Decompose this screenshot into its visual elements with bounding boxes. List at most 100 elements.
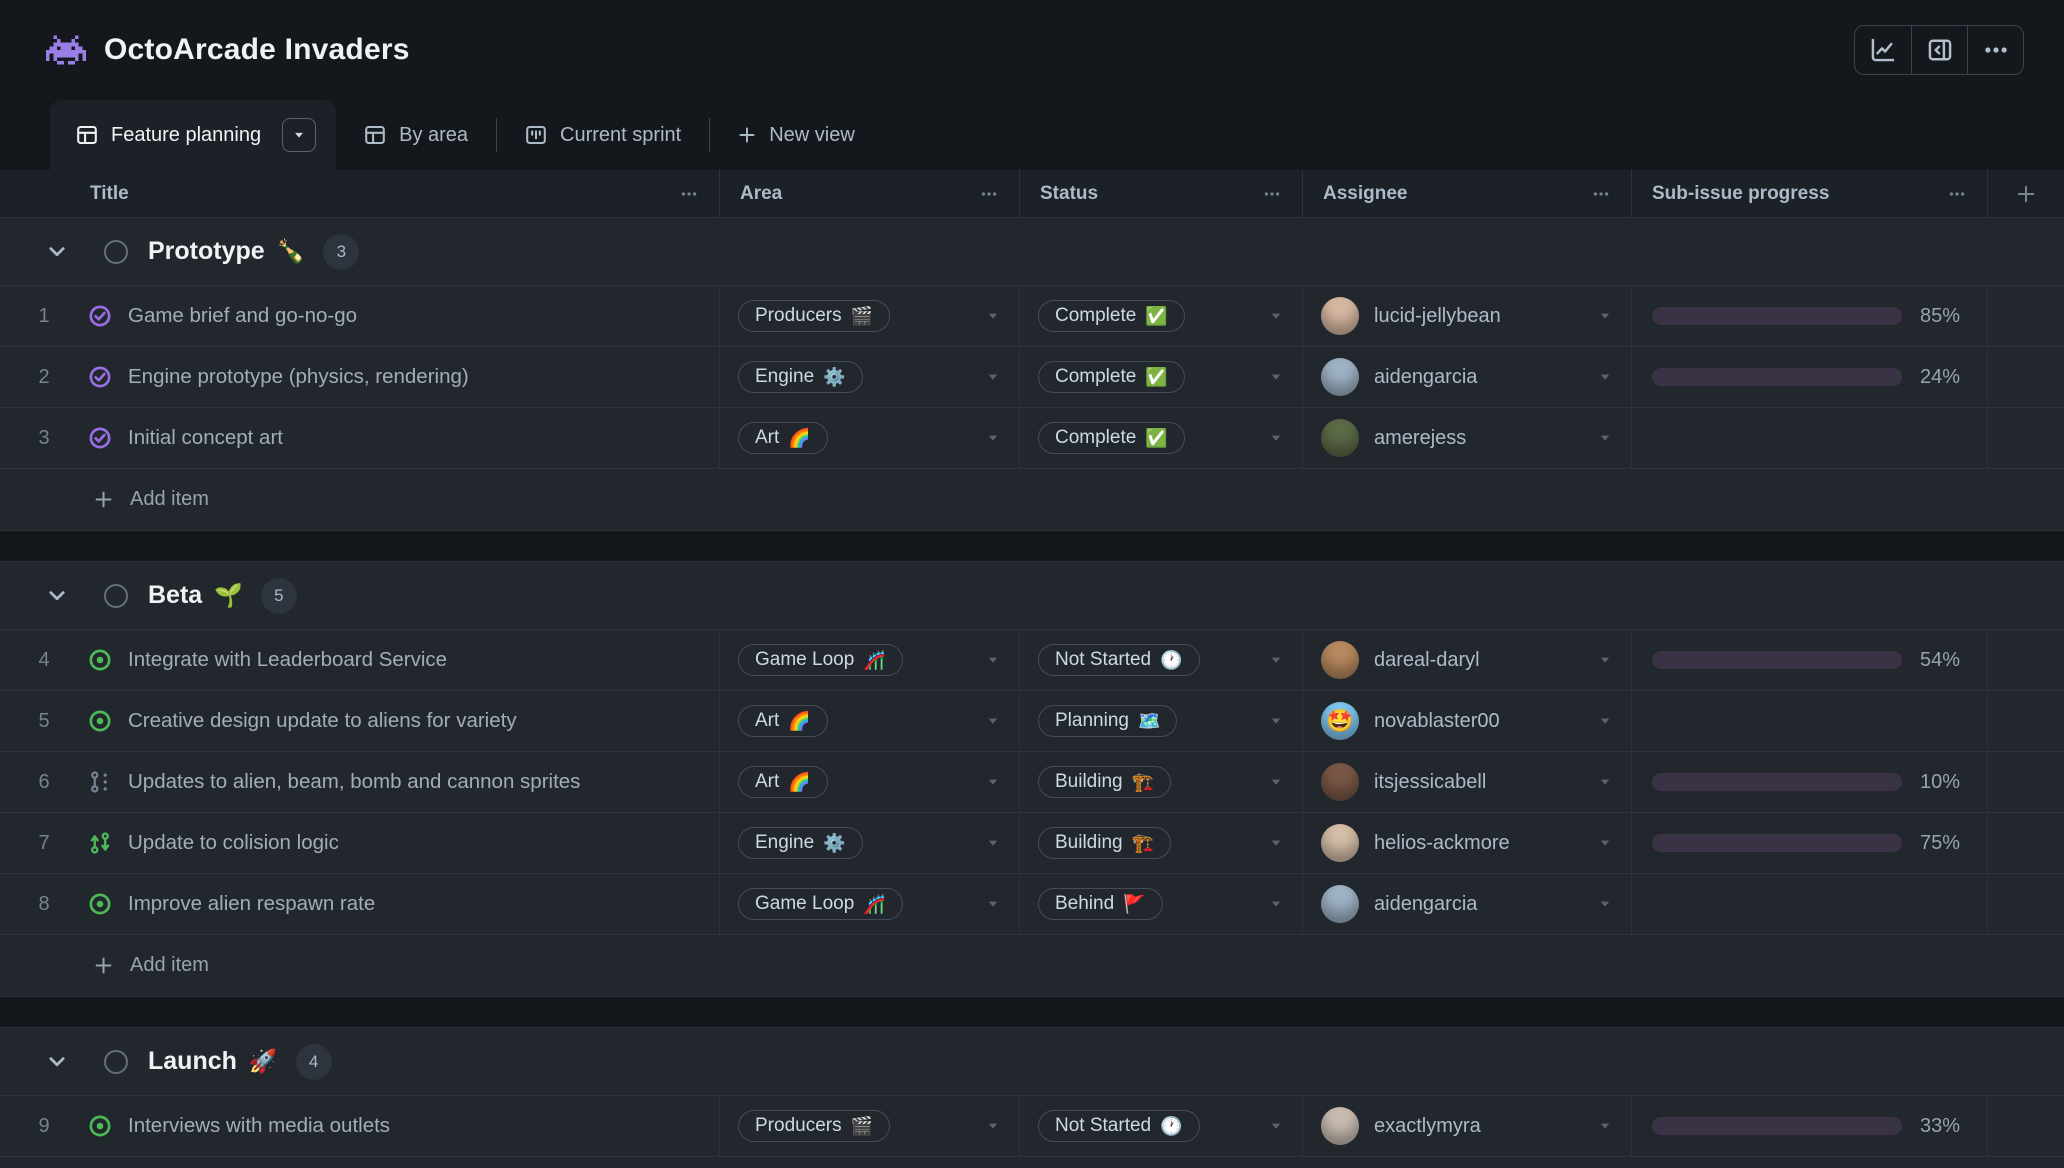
status-pill[interactable]: Planning 🗺️: [1038, 705, 1177, 737]
status-pill[interactable]: Building 🏗️: [1038, 827, 1171, 859]
dropdown-caret-icon[interactable]: [1268, 1118, 1284, 1134]
dropdown-caret-icon[interactable]: [1597, 774, 1613, 790]
column-header-assignee[interactable]: Assignee: [1303, 170, 1632, 217]
add-column-button[interactable]: [1988, 170, 2064, 217]
status-cell[interactable]: Complete ✅: [1020, 408, 1303, 468]
area-cell[interactable]: Producers 🎬: [720, 286, 1020, 346]
tab-feature-planning[interactable]: Feature planning: [50, 100, 336, 170]
title-cell[interactable]: 7 Update to colision logic: [0, 813, 720, 873]
area-cell[interactable]: Art 🌈: [720, 691, 1020, 751]
side-panel-button[interactable]: [1911, 26, 1967, 74]
dropdown-caret-icon[interactable]: [985, 835, 1001, 851]
tab-by-area[interactable]: By area: [336, 100, 496, 170]
column-header-subissue-progress[interactable]: Sub-issue progress: [1632, 170, 1988, 217]
title-cell[interactable]: 4 Integrate with Leaderboard Service: [0, 630, 720, 690]
area-pill[interactable]: Producers 🎬: [738, 300, 890, 332]
status-cell[interactable]: Complete ✅: [1020, 286, 1303, 346]
status-pill[interactable]: Complete ✅: [1038, 361, 1185, 393]
group-select-circle[interactable]: [104, 240, 128, 264]
insights-button[interactable]: [1855, 26, 1911, 74]
column-menu-icon[interactable]: [1262, 184, 1282, 204]
area-cell[interactable]: Art 🌈: [720, 408, 1020, 468]
column-menu-icon[interactable]: [1947, 184, 1967, 204]
status-pill[interactable]: Behind 🚩: [1038, 888, 1163, 920]
assignee-cell[interactable]: aidengarcia: [1303, 347, 1632, 407]
assignee-cell[interactable]: itsjessicabell: [1303, 752, 1632, 812]
status-pill[interactable]: Building 🏗️: [1038, 766, 1171, 798]
area-pill[interactable]: Art 🌈: [738, 705, 828, 737]
tab-current-sprint[interactable]: Current sprint: [497, 100, 709, 170]
dropdown-caret-icon[interactable]: [1597, 896, 1613, 912]
dropdown-caret-icon[interactable]: [1597, 652, 1613, 668]
status-pill[interactable]: Complete ✅: [1038, 300, 1185, 332]
collapse-group-chevron-icon[interactable]: [46, 241, 68, 263]
area-cell[interactable]: Engine ⚙️: [720, 813, 1020, 873]
area-cell[interactable]: Game Loop 🎢: [720, 874, 1020, 934]
dropdown-caret-icon[interactable]: [1597, 1118, 1613, 1134]
column-menu-icon[interactable]: [1591, 184, 1611, 204]
area-pill[interactable]: Game Loop 🎢: [738, 644, 903, 676]
status-cell[interactable]: Behind 🚩: [1020, 874, 1303, 934]
assignee-cell[interactable]: exactlymyra: [1303, 1096, 1632, 1156]
project-menu-button[interactable]: [1967, 26, 2023, 74]
dropdown-caret-icon[interactable]: [985, 430, 1001, 446]
dropdown-caret-icon[interactable]: [1597, 430, 1613, 446]
assignee-cell[interactable]: lucid-jellybean: [1303, 286, 1632, 346]
group-select-circle[interactable]: [104, 1050, 128, 1074]
title-cell[interactable]: 9 Interviews with media outlets: [0, 1096, 720, 1156]
dropdown-caret-icon[interactable]: [985, 896, 1001, 912]
column-menu-icon[interactable]: [979, 184, 999, 204]
dropdown-caret-icon[interactable]: [1268, 896, 1284, 912]
column-header-area[interactable]: Area: [720, 170, 1020, 217]
status-pill[interactable]: Not Started 🕐: [1038, 644, 1200, 676]
title-cell[interactable]: 5 Creative design update to aliens for v…: [0, 691, 720, 751]
dropdown-caret-icon[interactable]: [1268, 713, 1284, 729]
title-cell[interactable]: 3 Initial concept art: [0, 408, 720, 468]
column-header-status[interactable]: Status: [1020, 170, 1303, 217]
assignee-cell[interactable]: 🤩 novablaster00: [1303, 691, 1632, 751]
title-cell[interactable]: 6 Updates to alien, beam, bomb and canno…: [0, 752, 720, 812]
add-item-button[interactable]: Add item: [0, 935, 2064, 996]
area-pill[interactable]: Engine ⚙️: [738, 827, 863, 859]
status-cell[interactable]: Building 🏗️: [1020, 813, 1303, 873]
dropdown-caret-icon[interactable]: [1268, 430, 1284, 446]
status-cell[interactable]: Not Started 🕐: [1020, 1096, 1303, 1156]
area-pill[interactable]: Art 🌈: [738, 766, 828, 798]
title-cell[interactable]: 8 Improve alien respawn rate: [0, 874, 720, 934]
area-cell[interactable]: Producers 🎬: [720, 1096, 1020, 1156]
dropdown-caret-icon[interactable]: [985, 774, 1001, 790]
dropdown-caret-icon[interactable]: [1597, 308, 1613, 324]
area-cell[interactable]: Game Loop 🎢: [720, 630, 1020, 690]
status-cell[interactable]: Not Started 🕐: [1020, 630, 1303, 690]
dropdown-caret-icon[interactable]: [1268, 835, 1284, 851]
dropdown-caret-icon[interactable]: [1268, 774, 1284, 790]
area-cell[interactable]: Art 🌈: [720, 752, 1020, 812]
area-pill[interactable]: Game Loop 🎢: [738, 888, 903, 920]
status-pill[interactable]: Not Started 🕐: [1038, 1110, 1200, 1142]
assignee-cell[interactable]: dareal-daryl: [1303, 630, 1632, 690]
group-select-circle[interactable]: [104, 584, 128, 608]
add-item-button[interactable]: Add item: [0, 469, 2064, 530]
dropdown-caret-icon[interactable]: [985, 369, 1001, 385]
column-menu-icon[interactable]: [679, 184, 699, 204]
dropdown-caret-icon[interactable]: [985, 713, 1001, 729]
status-pill[interactable]: Complete ✅: [1038, 422, 1185, 454]
dropdown-caret-icon[interactable]: [985, 308, 1001, 324]
area-pill[interactable]: Engine ⚙️: [738, 361, 863, 393]
assignee-cell[interactable]: helios-ackmore: [1303, 813, 1632, 873]
area-pill[interactable]: Producers 🎬: [738, 1110, 890, 1142]
column-header-title[interactable]: Title: [0, 170, 720, 217]
dropdown-caret-icon[interactable]: [1268, 308, 1284, 324]
dropdown-caret-icon[interactable]: [985, 1118, 1001, 1134]
area-cell[interactable]: Engine ⚙️: [720, 347, 1020, 407]
dropdown-caret-icon[interactable]: [1597, 835, 1613, 851]
status-cell[interactable]: Complete ✅: [1020, 347, 1303, 407]
collapse-group-chevron-icon[interactable]: [46, 1051, 68, 1073]
title-cell[interactable]: 2 Engine prototype (physics, rendering): [0, 347, 720, 407]
dropdown-caret-icon[interactable]: [1597, 713, 1613, 729]
assignee-cell[interactable]: amerejess: [1303, 408, 1632, 468]
dropdown-caret-icon[interactable]: [1268, 652, 1284, 668]
area-pill[interactable]: Art 🌈: [738, 422, 828, 454]
dropdown-caret-icon[interactable]: [1597, 369, 1613, 385]
dropdown-caret-icon[interactable]: [1268, 369, 1284, 385]
